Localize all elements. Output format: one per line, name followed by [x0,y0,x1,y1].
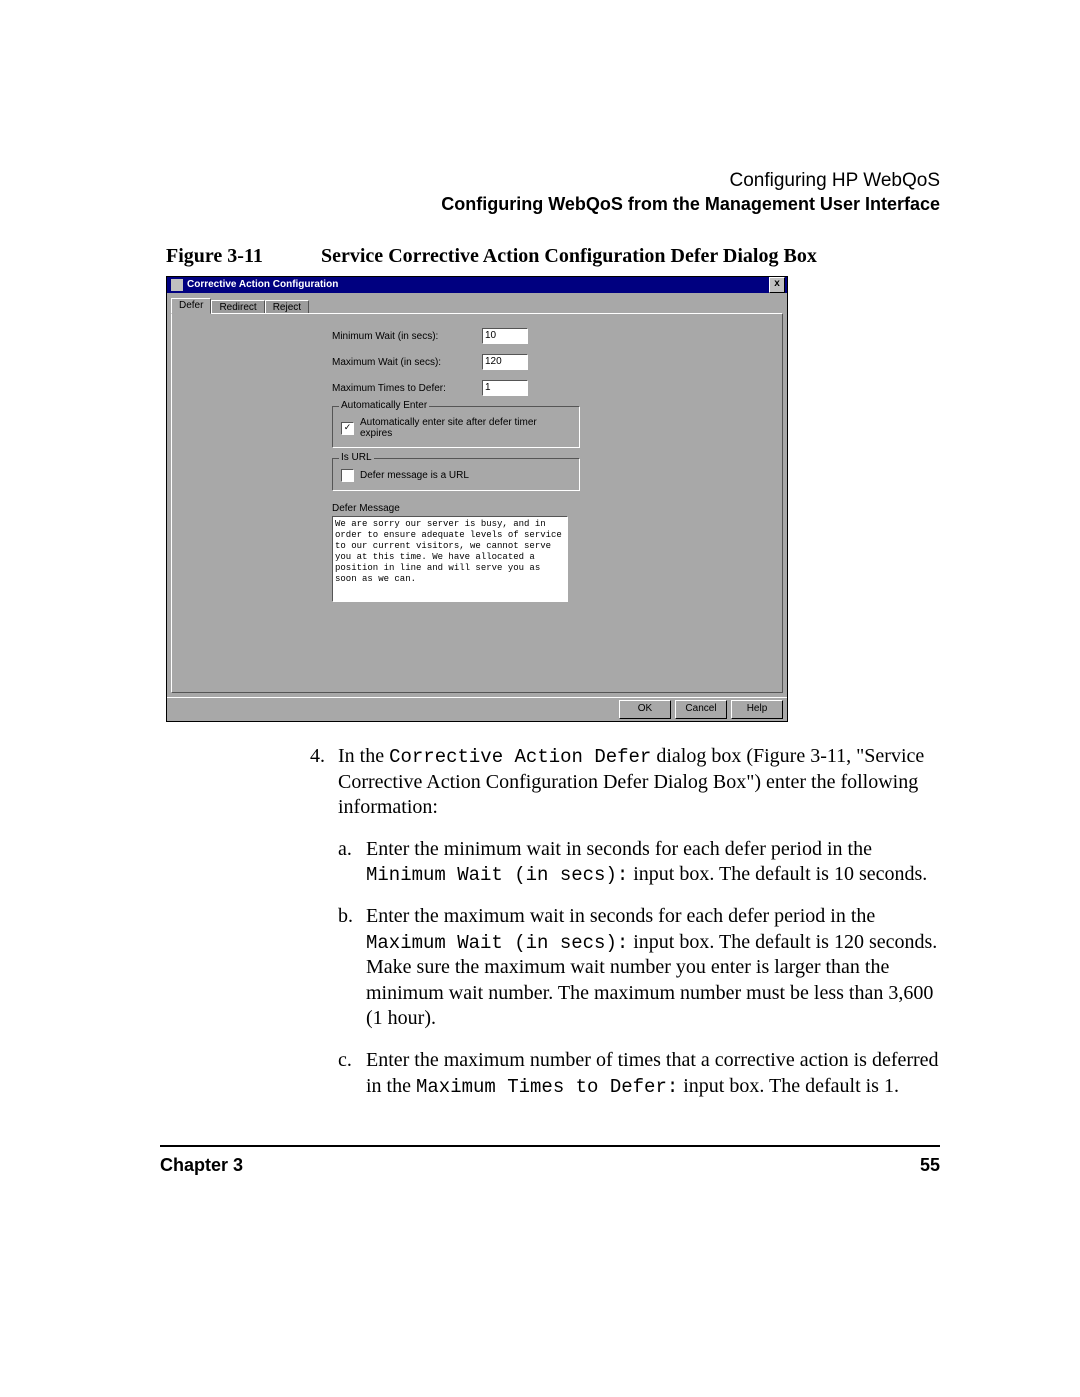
footer-rule [160,1145,940,1147]
dialog-button-bar: OK Cancel Help [167,697,787,721]
step4-lead: In the [338,745,389,767]
max-wait-label: Maximum Wait (in secs): [332,357,472,368]
close-button[interactable]: x [769,277,785,293]
list-marker-b: b. [338,904,366,1032]
dialog-tabs: Defer Redirect Reject [171,297,783,313]
is-url-checkbox-label: Defer message is a URL [360,470,469,481]
help-button[interactable]: Help [731,700,783,719]
step-b-lead: Enter the maximum wait in seconds for ea… [366,905,875,927]
header-section: Configuring HP WebQoS [160,170,940,192]
list-marker-a: a. [338,837,366,888]
defer-message-textarea[interactable]: We are sorry our server is busy, and in … [332,516,568,602]
auto-enter-group: Automatically Enter ✓ Automatically ente… [332,406,580,448]
auto-enter-checkbox[interactable]: ✓ [341,422,354,435]
auto-enter-checkbox-label: Automatically enter site after defer tim… [360,417,571,439]
list-marker-c: c. [338,1048,366,1099]
tab-defer[interactable]: Defer [171,298,211,314]
is-url-checkbox[interactable] [341,469,354,482]
step-c-tail: input box. The default is 1. [678,1075,899,1097]
ok-button[interactable]: OK [619,700,671,719]
footer-page-number: 55 [920,1155,940,1176]
step-a-code: Minimum Wait (in secs): [366,864,628,886]
instruction-text: 4. In the Corrective Action Defer dialog… [160,744,940,1115]
page-header: Configuring HP WebQoS Configuring WebQoS… [160,170,940,215]
figure-caption: Figure 3-11 Service Corrective Action Co… [160,245,940,268]
list-marker-4: 4. [310,744,338,1115]
min-wait-input[interactable]: 10 [482,328,528,344]
max-wait-input[interactable]: 120 [482,354,528,370]
step-b-code: Maximum Wait (in secs): [366,932,628,954]
is-url-legend: Is URL [339,452,374,463]
step-a-tail: input box. The default is 10 seconds. [628,863,927,885]
footer-chapter: Chapter 3 [160,1155,243,1176]
min-wait-label: Minimum Wait (in secs): [332,331,472,342]
step-a-lead: Enter the minimum wait in seconds for ea… [366,838,872,860]
header-subsection: Configuring WebQoS from the Management U… [160,194,940,215]
system-icon [171,279,183,291]
step-c-code: Maximum Times to Defer: [416,1076,678,1098]
corrective-action-dialog: Corrective Action Configuration x Defer … [166,276,788,722]
tab-reject[interactable]: Reject [265,300,309,314]
figure-number: Figure 3-11 [166,245,316,268]
auto-enter-legend: Automatically Enter [339,400,429,411]
dialog-title: Corrective Action Configuration [187,277,338,293]
figure-title: Service Corrective Action Configuration … [321,245,817,267]
is-url-group: Is URL Defer message is a URL [332,458,580,491]
tab-redirect[interactable]: Redirect [211,300,264,314]
tab-panel-defer: Minimum Wait (in secs): 10 Maximum Wait … [171,313,783,693]
page-footer: Chapter 3 55 [160,1155,940,1176]
max-times-input[interactable]: 1 [482,380,528,396]
cancel-button[interactable]: Cancel [675,700,727,719]
step4-code: Corrective Action Defer [389,746,651,768]
dialog-titlebar: Corrective Action Configuration x [167,277,787,293]
max-times-label: Maximum Times to Defer: [332,383,472,394]
defer-message-label: Defer Message [332,503,770,514]
